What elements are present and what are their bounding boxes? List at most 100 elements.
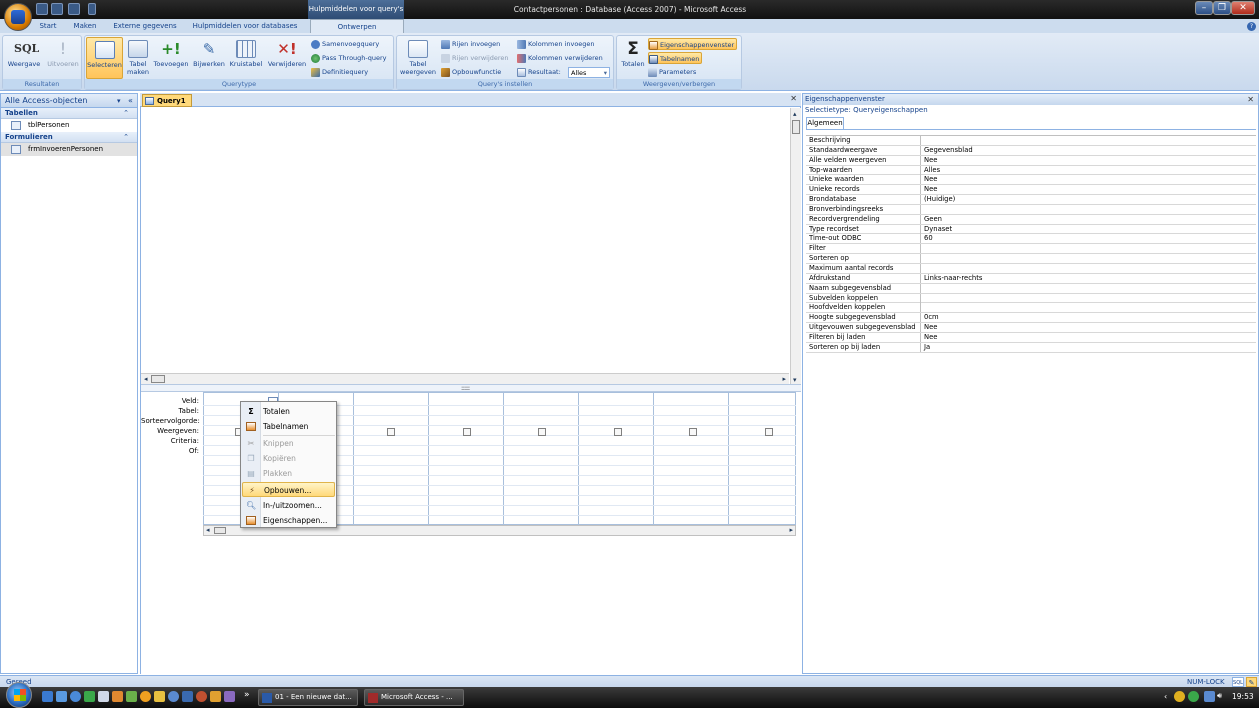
scroll-thumb[interactable] — [214, 527, 226, 534]
menu-item-opbouwen[interactable]: ⚡ Opbouwen... — [242, 482, 335, 497]
property-row[interactable]: Recordvergrendeling Geen — [806, 214, 1256, 225]
property-row[interactable]: Subvelden koppelen — [806, 293, 1256, 304]
make-table-button[interactable]: Tabel maken — [125, 37, 151, 79]
close-button[interactable]: ✕ — [1231, 1, 1255, 15]
property-value[interactable]: Nee — [920, 323, 937, 333]
taskbar-button-document[interactable]: 01 - Een nieuwe dat... — [258, 689, 358, 706]
property-row[interactable]: Filteren bij laden Nee — [806, 332, 1256, 343]
property-row[interactable]: Brondatabase (Huidige) — [806, 195, 1256, 205]
show-checkbox[interactable] — [387, 428, 395, 436]
menu-item-plakken[interactable]: ▤ Plakken — [242, 466, 335, 481]
property-row[interactable]: Top-waarden Alles — [806, 165, 1256, 176]
tray-icon[interactable] — [1174, 691, 1185, 702]
property-row[interactable]: Beschrijving — [806, 136, 1256, 146]
return-values-select[interactable]: Alles ▾ — [568, 67, 610, 78]
run-button[interactable]: ! Uitvoeren — [45, 37, 81, 79]
tab-hulpmiddelen-databases[interactable]: Hulpmiddelen voor databases — [188, 19, 302, 33]
quicklaunch-icon[interactable] — [224, 691, 235, 702]
quicklaunch-icon[interactable] — [42, 691, 53, 702]
tray-icon[interactable] — [1188, 691, 1199, 702]
delete-columns-button[interactable]: Kolommen verwijderen — [517, 52, 603, 64]
menu-item-knippen[interactable]: ✂ Knippen — [242, 436, 335, 451]
property-row[interactable]: Time-out ODBC 60 — [806, 234, 1256, 245]
tray-expand-icon[interactable]: ‹ — [1164, 692, 1167, 701]
office-button[interactable] — [4, 3, 32, 31]
delete-rows-button[interactable]: Rijen verwijderen — [441, 52, 509, 64]
property-value[interactable]: Links-naar-rechts — [920, 273, 982, 283]
menu-item-tabelnamen[interactable]: Tabelnamen — [242, 419, 335, 434]
property-value[interactable]: Gegevensblad — [920, 145, 973, 155]
menu-item-in-uitzoomen[interactable]: 🔍︎ In-/uitzoomen... — [242, 498, 335, 513]
totals-button[interactable]: Σ Totalen — [618, 37, 648, 79]
tab-algemeen[interactable]: Algemeen — [806, 117, 844, 129]
scroll-right-icon[interactable]: ▸ — [789, 526, 793, 534]
quicklaunch-icon[interactable] — [210, 691, 221, 702]
customize-qat-icon[interactable] — [88, 3, 96, 15]
property-value[interactable]: Dynaset — [920, 224, 952, 234]
property-row[interactable]: Hoogte subgegevensblad 0cm — [806, 313, 1256, 324]
property-row[interactable]: Hoofdvelden koppelen — [806, 303, 1256, 314]
union-query-button[interactable]: Samenvoegquery — [311, 38, 379, 50]
quicklaunch-icon[interactable] — [126, 691, 137, 702]
property-row[interactable]: Naam subgegevensblad — [806, 283, 1256, 294]
taskbar-button-access[interactable]: Microsoft Access - ... — [364, 689, 464, 706]
parameters-button[interactable]: Parameters — [648, 66, 696, 78]
builder-button[interactable]: Opbouwfunctie — [441, 66, 501, 78]
save-icon[interactable] — [36, 3, 48, 15]
sql-view-button[interactable]: SQL — [1232, 677, 1244, 687]
show-checkbox[interactable] — [614, 428, 622, 436]
passthrough-query-button[interactable]: Pass Through-query — [311, 52, 387, 64]
property-row[interactable]: Sorteren op bij laden Ja — [806, 342, 1256, 353]
property-row[interactable]: Maximum aantal records — [806, 263, 1256, 274]
nav-item-tblpersonen[interactable]: tblPersonen — [1, 119, 137, 132]
redo-icon[interactable] — [68, 3, 80, 15]
nav-header[interactable]: Alle Access-objecten ▾ « — [1, 94, 137, 108]
scroll-left-icon[interactable]: ◂ — [206, 526, 210, 534]
nav-collapse-icon[interactable]: « — [128, 94, 133, 108]
property-value[interactable] — [920, 283, 924, 293]
quicklaunch-icon[interactable] — [84, 691, 95, 702]
property-value[interactable] — [920, 204, 924, 214]
nav-section-tabellen[interactable]: Tabellen ⌃ — [1, 108, 137, 119]
ie-icon[interactable] — [70, 691, 81, 702]
property-row[interactable]: Sorteren op — [806, 254, 1256, 264]
property-value[interactable] — [920, 254, 924, 264]
table-pane-vscrollbar[interactable]: ▴ ▾ — [790, 108, 801, 384]
append-button[interactable]: +! Toevoegen — [152, 37, 190, 79]
property-row[interactable]: Bronverbindingsreeks — [806, 204, 1256, 215]
select-query-button[interactable]: Selecteren — [86, 37, 123, 79]
property-row[interactable]: Uitgevouwen subgegevensblad Nee — [806, 323, 1256, 333]
quicklaunch-icon[interactable] — [140, 691, 151, 702]
help-icon[interactable]: ? — [1247, 22, 1256, 31]
quicklaunch-icon[interactable] — [182, 691, 193, 702]
property-value[interactable]: (Huidige) — [920, 195, 955, 205]
restore-button[interactable]: ❐ — [1213, 1, 1231, 15]
property-row[interactable]: Alle velden weergeven Nee — [806, 155, 1256, 166]
scroll-up-icon[interactable]: ▴ — [793, 110, 797, 118]
property-value[interactable] — [920, 136, 924, 145]
view-button[interactable]: SQL Weergave — [5, 37, 43, 79]
tab-externe-gegevens[interactable]: Externe gegevens — [110, 19, 180, 33]
close-document-icon[interactable]: ✕ — [790, 94, 797, 103]
property-value[interactable]: Nee — [920, 185, 937, 195]
property-value[interactable] — [920, 303, 924, 313]
quicklaunch-icon[interactable] — [196, 691, 207, 702]
quicklaunch-icon[interactable] — [98, 691, 109, 702]
property-row[interactable]: Afdrukstand Links-naar-rechts — [806, 273, 1256, 284]
volume-icon[interactable]: 🔊︎ — [1217, 691, 1222, 701]
quicklaunch-icon[interactable] — [56, 691, 67, 702]
show-checkbox[interactable] — [689, 428, 697, 436]
nav-item-frminvoerenpersonen[interactable]: frmInvoerenPersonen — [1, 143, 137, 156]
property-row[interactable]: Standaardweergave Gegevensblad — [806, 145, 1256, 156]
property-value[interactable]: 0cm — [920, 313, 939, 323]
scroll-left-icon[interactable]: ◂ — [144, 375, 148, 383]
quicklaunch-icon[interactable] — [168, 691, 179, 702]
crosstab-button[interactable]: Kruistabel — [228, 37, 264, 79]
delete-button[interactable]: ✕! Verwijderen — [265, 37, 309, 79]
scroll-thumb[interactable] — [151, 375, 165, 383]
update-button[interactable]: ✎ Bijwerken — [191, 37, 227, 79]
menu-item-eigenschappen[interactable]: Eigenschappen... — [242, 513, 335, 528]
undo-icon[interactable] — [51, 3, 63, 15]
property-value[interactable]: Nee — [920, 175, 937, 185]
tab-query1[interactable]: Query1 — [142, 94, 192, 107]
